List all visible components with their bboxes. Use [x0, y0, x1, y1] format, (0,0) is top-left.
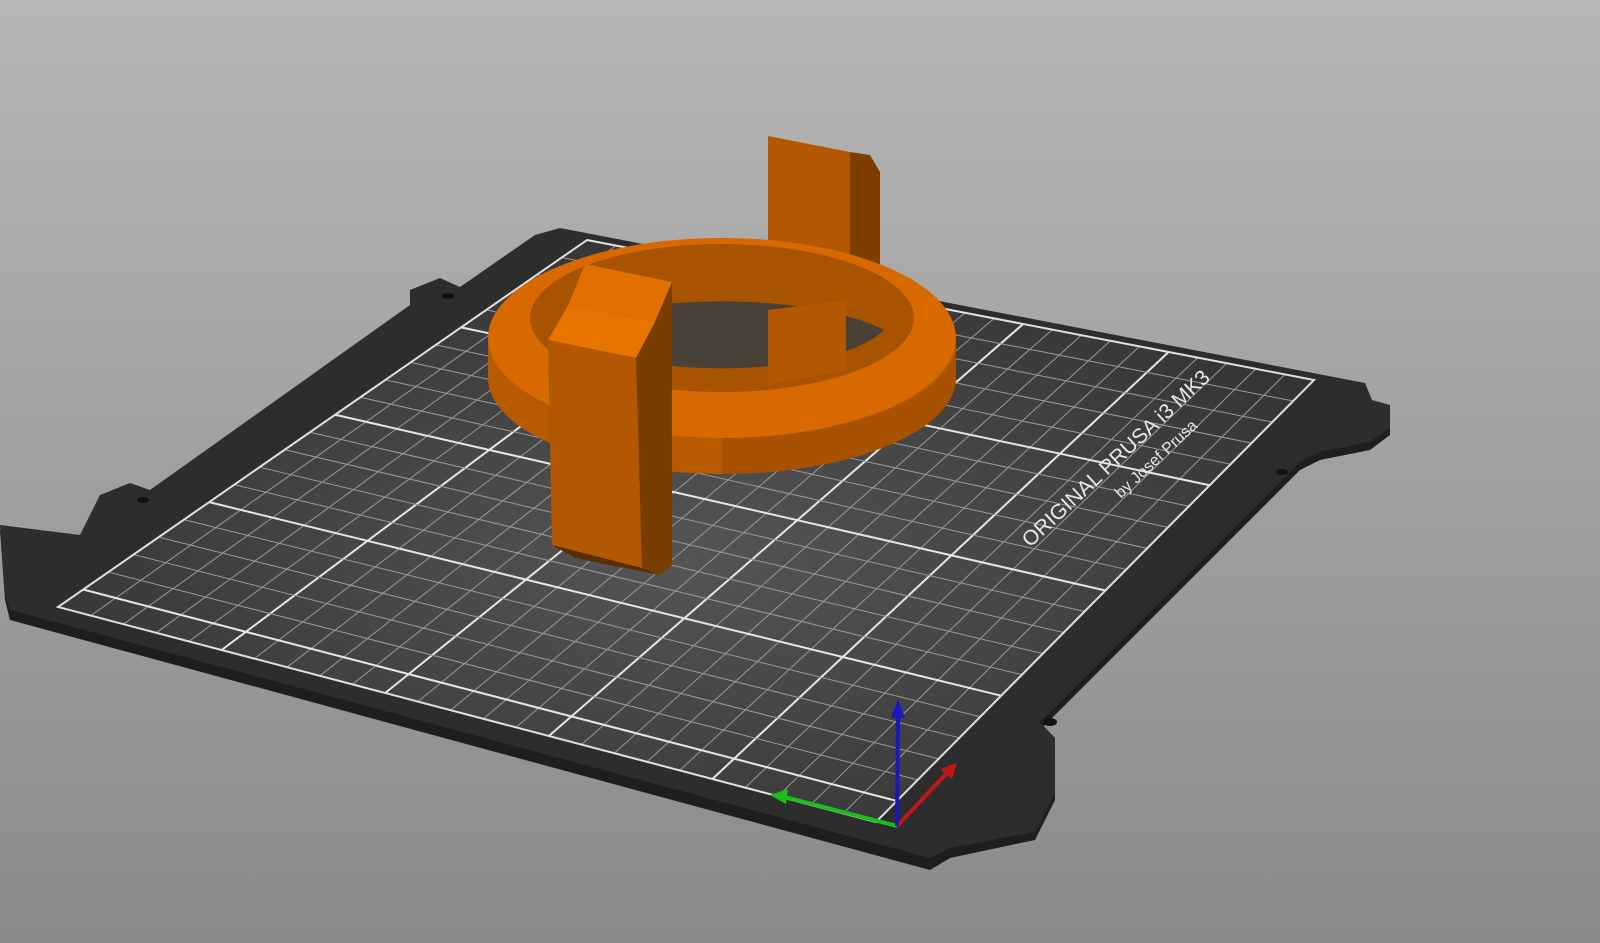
bed-mount-hole: [1043, 718, 1057, 726]
bed-mount-hole: [442, 293, 454, 299]
bed-mount-hole: [137, 497, 149, 503]
model-front-tab-face: [548, 340, 642, 568]
bed-mount-hole: [1276, 469, 1288, 475]
z-axis-line: [895, 714, 900, 827]
3d-viewport[interactable]: ORIGINAL PRUSA i3 MK3 by Josef Prusa: [0, 0, 1600, 943]
model-back-tab-lower: [768, 300, 846, 385]
